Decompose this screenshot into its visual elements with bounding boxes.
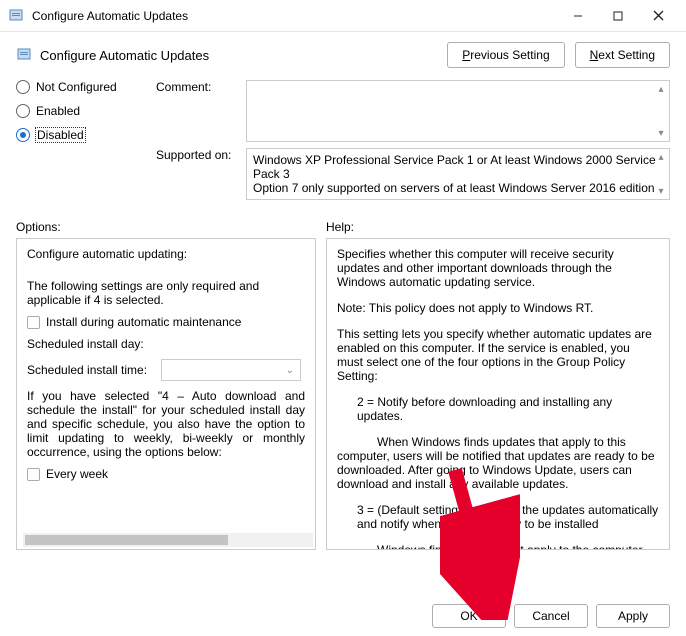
radio-label: Not Configured bbox=[36, 80, 117, 94]
help-panel: Specifies whether this computer will rec… bbox=[326, 238, 670, 550]
install-day-label: Scheduled install day: bbox=[27, 337, 153, 351]
ok-button[interactable]: OK bbox=[432, 604, 506, 628]
help-label: Help: bbox=[326, 220, 354, 234]
minimize-button[interactable] bbox=[558, 1, 598, 31]
supported-label: Supported on: bbox=[156, 148, 246, 200]
help-text: Note: This policy does not apply to Wind… bbox=[337, 301, 659, 315]
checkbox-icon bbox=[27, 316, 40, 329]
install-time-row: Scheduled install time: ⌄ bbox=[27, 359, 305, 381]
radio-icon bbox=[16, 80, 30, 94]
window-title: Configure Automatic Updates bbox=[32, 9, 558, 23]
titlebar: Configure Automatic Updates bbox=[0, 0, 686, 32]
horizontal-scrollbar[interactable] bbox=[23, 533, 313, 547]
radio-disabled[interactable]: Disabled bbox=[16, 128, 132, 142]
previous-setting-button[interactable]: Previous Setting bbox=[447, 42, 564, 68]
close-button[interactable] bbox=[638, 1, 678, 31]
window-controls bbox=[558, 1, 678, 31]
policy-icon bbox=[16, 47, 32, 63]
vertical-scrollbar[interactable] bbox=[655, 239, 669, 549]
next-setting-button[interactable]: Next Setting bbox=[575, 42, 670, 68]
comment-row: Comment: ▴ ▾ bbox=[156, 80, 670, 142]
options-heading: Configure automatic updating: bbox=[27, 247, 305, 261]
comment-label: Comment: bbox=[156, 80, 246, 142]
scroll-up-icon[interactable]: ▴ bbox=[653, 81, 669, 97]
header: Configure Automatic Updates Previous Set… bbox=[0, 32, 686, 74]
help-text: Windows finds updates that apply to the … bbox=[337, 543, 659, 549]
options-label: Options: bbox=[16, 220, 326, 234]
help-text: 3 = (Default setting) Download the updat… bbox=[357, 503, 659, 531]
scroll-down-icon[interactable]: ▾ bbox=[653, 183, 669, 199]
maximize-button[interactable] bbox=[598, 1, 638, 31]
cancel-button[interactable]: Cancel bbox=[514, 604, 588, 628]
radio-not-configured[interactable]: Not Configured bbox=[16, 80, 132, 94]
help-text: When Windows finds updates that apply to… bbox=[337, 435, 659, 491]
install-day-row: Scheduled install day: bbox=[27, 337, 305, 351]
checkbox-icon bbox=[27, 468, 40, 481]
page-title: Configure Automatic Updates bbox=[40, 48, 437, 63]
panels: Configure automatic updating: The follow… bbox=[0, 238, 686, 550]
radio-label: Enabled bbox=[36, 104, 80, 118]
install-time-select[interactable]: ⌄ bbox=[161, 359, 301, 381]
chevron-down-icon: ⌄ bbox=[286, 365, 294, 376]
radio-icon bbox=[16, 128, 30, 142]
config-section: Not Configured Enabled Disabled Comment:… bbox=[0, 74, 686, 212]
checkbox-label: Install during automatic maintenance bbox=[46, 315, 241, 329]
help-text: This setting lets you specify whether au… bbox=[337, 327, 659, 383]
options-paragraph: If you have selected "4 – Auto download … bbox=[27, 389, 305, 459]
supported-text: Windows XP Professional Service Pack 1 o… bbox=[246, 148, 670, 200]
apply-button[interactable]: Apply bbox=[596, 604, 670, 628]
checkbox-every-week[interactable]: Every week bbox=[27, 467, 305, 481]
radio-icon bbox=[16, 104, 30, 118]
checkbox-label: Every week bbox=[46, 467, 108, 481]
footer: OK Cancel Apply bbox=[432, 604, 670, 628]
options-required-text: The following settings are only required… bbox=[27, 279, 305, 307]
help-text: Specifies whether this computer will rec… bbox=[337, 247, 659, 289]
install-time-label: Scheduled install time: bbox=[27, 363, 153, 377]
meta-column: Comment: ▴ ▾ Supported on: Windows XP Pr… bbox=[156, 80, 670, 206]
scroll-up-icon[interactable]: ▴ bbox=[653, 149, 669, 165]
comment-input[interactable]: ▴ ▾ bbox=[246, 80, 670, 142]
scroll-down-icon[interactable]: ▾ bbox=[653, 125, 669, 141]
policy-icon bbox=[8, 8, 24, 24]
checkbox-maintenance[interactable]: Install during automatic maintenance bbox=[27, 315, 305, 329]
supported-row: Supported on: Windows XP Professional Se… bbox=[156, 148, 670, 200]
radio-enabled[interactable]: Enabled bbox=[16, 104, 132, 118]
options-panel: Configure automatic updating: The follow… bbox=[16, 238, 316, 550]
help-text: 2 = Notify before downloading and instal… bbox=[357, 395, 659, 423]
section-labels: Options: Help: bbox=[0, 212, 686, 238]
radio-label: Disabled bbox=[36, 128, 85, 142]
scrollbar-thumb[interactable] bbox=[25, 535, 228, 545]
radio-group: Not Configured Enabled Disabled bbox=[16, 80, 132, 206]
